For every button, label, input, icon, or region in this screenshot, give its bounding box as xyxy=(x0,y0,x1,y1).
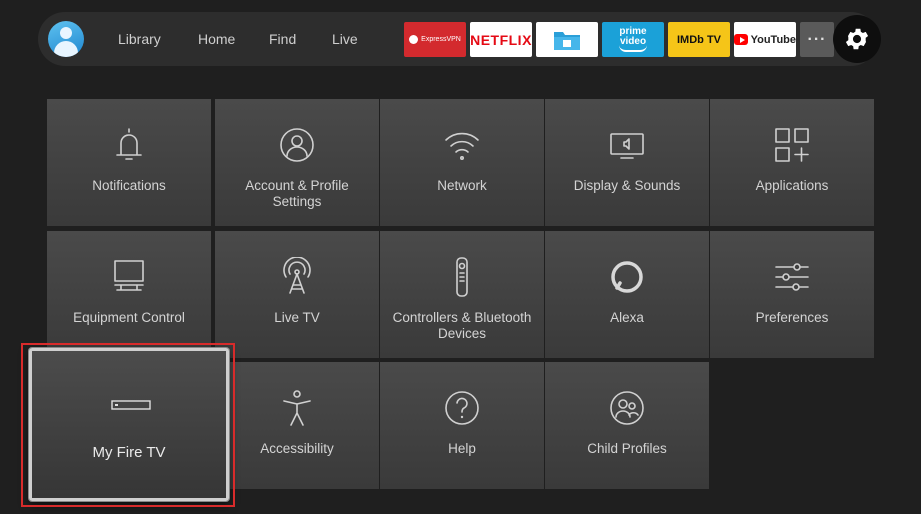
tile-label: Accessibility xyxy=(260,441,334,456)
tile-controllers-bluetooth[interactable]: Controllers & Bluetooth Devices xyxy=(380,231,544,358)
tile-display-sounds[interactable]: Display & Sounds xyxy=(545,99,709,226)
tile-label: Network xyxy=(437,178,487,193)
avatar-head-shape xyxy=(60,27,72,39)
tile-applications[interactable]: Applications xyxy=(710,99,874,226)
display-sound-icon xyxy=(610,133,644,159)
tile-label: My Fire TV xyxy=(92,444,166,461)
app-netflix[interactable]: NETFLIX xyxy=(470,22,532,57)
expressvpn-logo-icon xyxy=(409,35,419,44)
gear-icon xyxy=(845,28,869,50)
youtube-play-icon xyxy=(734,34,748,45)
fire-tv-device-icon xyxy=(111,400,151,410)
antenna-icon xyxy=(283,257,311,294)
alexa-icon xyxy=(611,261,643,293)
tile-label: Help xyxy=(448,441,476,456)
nav-find[interactable]: Find xyxy=(269,31,296,47)
tile-notifications[interactable]: Notifications xyxy=(47,99,211,226)
settings-button[interactable] xyxy=(833,15,881,63)
child-profiles-icon xyxy=(610,391,644,425)
app-expressvpn[interactable]: ExpressVPN xyxy=(404,22,466,57)
more-apps-icon: ··· xyxy=(807,30,827,48)
tile-child-profiles[interactable]: Child Profiles xyxy=(545,362,709,489)
avatar-body-shape xyxy=(54,41,78,57)
tile-label: Notifications xyxy=(92,178,166,193)
tile-label: Display & Sounds xyxy=(573,178,681,193)
tile-alexa[interactable]: Alexa xyxy=(545,231,709,358)
tv-equipment-icon xyxy=(114,260,144,291)
tile-label: Preferences xyxy=(755,310,829,325)
tile-label: Equipment Control xyxy=(73,310,185,325)
profile-icon xyxy=(280,128,314,162)
nav-library[interactable]: Library xyxy=(118,31,161,47)
nav-home[interactable]: Home xyxy=(198,31,235,47)
app-youtube[interactable]: YouTube xyxy=(734,22,796,57)
sliders-icon xyxy=(775,263,809,291)
app-imdb-tv[interactable]: IMDb TV xyxy=(668,22,730,57)
tile-accessibility[interactable]: Accessibility xyxy=(215,362,379,489)
more-apps-button[interactable]: ··· xyxy=(800,22,834,57)
app-netflix-label: NETFLIX xyxy=(470,31,532,48)
tile-label: Account & Profile Settings xyxy=(245,178,349,209)
tile-preferences[interactable]: Preferences xyxy=(710,231,874,358)
tile-equipment-control[interactable]: Equipment Control xyxy=(47,231,211,358)
tile-label: Applications xyxy=(755,178,829,193)
file-manager-icon xyxy=(554,31,580,50)
tile-label: Alexa xyxy=(610,310,644,325)
help-icon xyxy=(445,391,479,425)
tile-network[interactable]: Network xyxy=(380,99,544,226)
applications-grid-icon xyxy=(775,128,809,162)
remote-icon xyxy=(456,257,468,297)
tile-label: Live TV xyxy=(274,310,320,325)
app-file-manager[interactable] xyxy=(536,22,598,57)
tile-label: Controllers & Bluetooth Devices xyxy=(392,310,532,341)
tile-account-profile-settings[interactable]: Account & Profile Settings xyxy=(215,99,379,226)
wifi-icon xyxy=(445,132,479,160)
app-imdb-label: IMDb TV xyxy=(677,33,721,46)
tile-help[interactable]: Help xyxy=(380,362,544,489)
tile-my-fire-tv[interactable]: My Fire TV xyxy=(29,348,229,501)
accessibility-icon xyxy=(283,390,311,426)
app-expressvpn-label: ExpressVPN xyxy=(421,36,461,43)
nav-live[interactable]: Live xyxy=(332,31,358,47)
tile-live-tv[interactable]: Live TV xyxy=(215,231,379,358)
tile-label: Child Profiles xyxy=(587,441,667,456)
bell-icon xyxy=(116,128,142,160)
profile-avatar[interactable] xyxy=(48,21,84,57)
app-youtube-label: YouTube xyxy=(750,33,796,46)
app-prime-video[interactable]: prime video xyxy=(602,22,664,57)
prime-smile-icon xyxy=(619,45,647,52)
top-navigation-bar: Library Home Find Live ExpressVPN NETFLI… xyxy=(38,12,881,66)
